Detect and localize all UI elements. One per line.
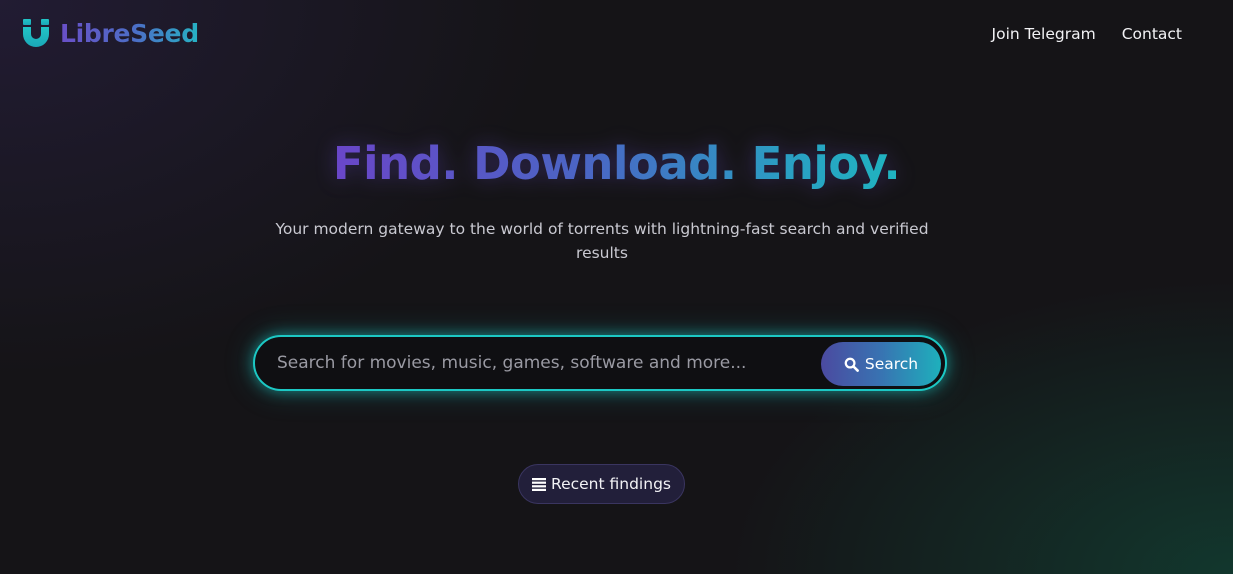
nav-links: Join Telegram Contact [992, 22, 1182, 46]
brand-name: LibreSeed [60, 18, 199, 48]
magnet-icon [23, 19, 49, 47]
hero-subtitle: Your modern gateway to the world of torr… [275, 220, 929, 262]
search-icon [844, 357, 859, 372]
nav-link-contact[interactable]: Contact [1122, 22, 1182, 46]
recent-findings-button[interactable]: Recent findings [518, 464, 685, 504]
brand-logo-link[interactable]: LibreSeed [22, 17, 199, 49]
search-button-label: Search [864, 355, 919, 373]
hero-title-text: Find. Download. Enjoy. [332, 137, 901, 190]
search-input[interactable] [277, 337, 817, 389]
nav-link-join-telegram[interactable]: Join Telegram [992, 22, 1096, 46]
navbar: LibreSeed Join Telegram Contact [0, 0, 1233, 68]
search-button[interactable]: Search [821, 342, 941, 386]
search-bar: Search [253, 335, 947, 391]
list-icon [532, 477, 547, 491]
hero-title: Find. Download. Enjoy. [0, 134, 1233, 194]
recent-findings-label: Recent findings [551, 475, 671, 493]
